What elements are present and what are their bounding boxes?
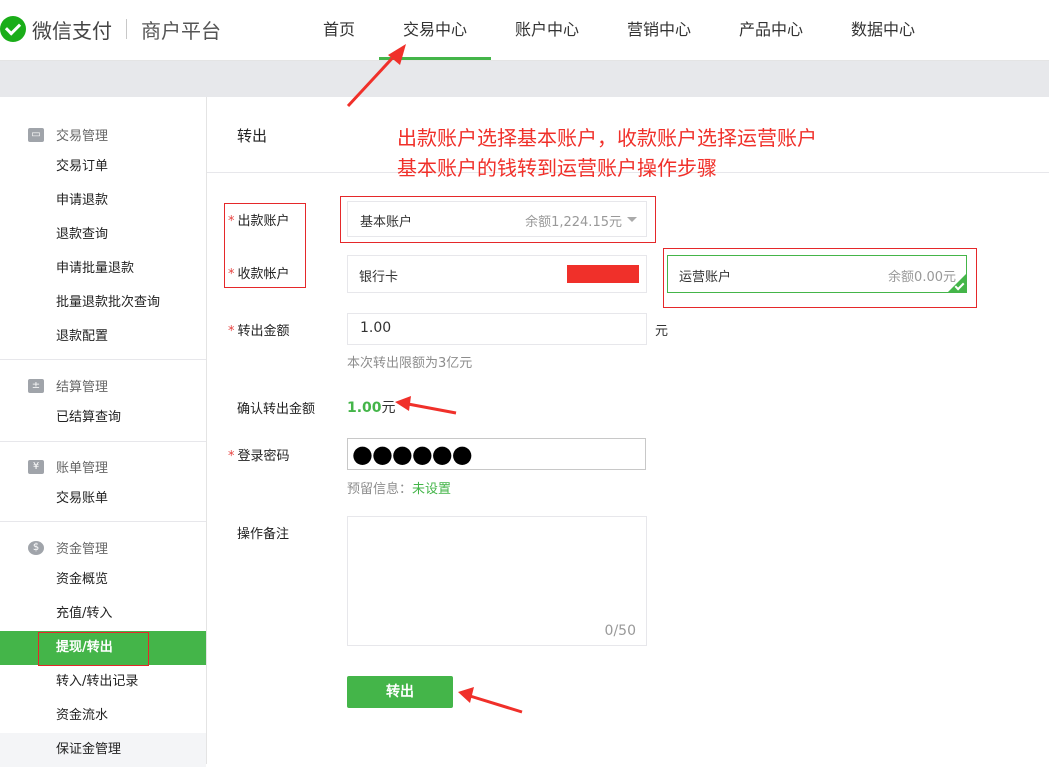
password-mask: ●●●●●● [352, 440, 473, 468]
confirm-amount-unit: 元 [381, 400, 396, 416]
password-label: * 登录密码 [228, 449, 290, 464]
sidebar-divider [0, 521, 206, 522]
money-bag-icon: $ [28, 540, 44, 555]
sidebar-item-trade-orders[interactable]: 交易订单 [0, 150, 206, 184]
sidebar-item-fund-overview[interactable]: 资金概览 [0, 563, 206, 597]
redacted-card-number [567, 265, 639, 283]
sidebar-item-refund-query[interactable]: 退款查询 [0, 218, 206, 252]
sidebar-item-deposit-management[interactable]: 保证金管理 [0, 733, 206, 767]
arrow-to-submit-button [469, 694, 523, 714]
sidebar-item-settled-query[interactable]: 已结算查询 [0, 401, 206, 435]
reserved-info-value[interactable]: 未设置 [412, 482, 451, 497]
platform-name: 商户平台 [141, 18, 221, 43]
annotation-box [340, 196, 656, 243]
wechat-pay-logo-icon [0, 16, 26, 42]
nav-home[interactable]: 首页 [322, 0, 356, 60]
nav-account-center[interactable]: 账户中心 [513, 0, 581, 60]
annotation-box [663, 248, 977, 308]
remark-char-counter: 0/50 [604, 623, 636, 639]
sidebar-item-fund-flow[interactable]: 资金流水 [0, 699, 206, 733]
amount-limit-hint: 本次转出限额为3亿元 [347, 356, 473, 371]
reserved-info: 预留信息：未设置 [347, 482, 452, 497]
sidebar-item-batch-refund[interactable]: 申请批量退款 [0, 252, 206, 286]
section-label: 结算管理 [56, 380, 109, 395]
sidebar-item-refund-config[interactable]: 退款配置 [0, 320, 206, 354]
confirm-amount-label: 确认转出金额 [237, 402, 316, 417]
section-label: 账单管理 [56, 461, 109, 476]
section-label: 资金管理 [56, 542, 109, 557]
submit-transfer-button[interactable]: 转出 [347, 676, 453, 708]
bank-card-label: 银行卡 [359, 270, 399, 285]
sidebar-item-trade-bill[interactable]: 交易账单 [0, 482, 206, 516]
logo[interactable]: 微信支付 商户平台 [0, 14, 221, 44]
arrowhead [458, 687, 474, 703]
sidebar-divider [0, 441, 206, 442]
nav-product-center[interactable]: 产品中心 [737, 0, 805, 60]
sidebar-divider [0, 359, 206, 360]
amount-input[interactable]: 1.00 [347, 313, 647, 345]
sub-header-bar [0, 61, 1049, 97]
calculator-icon: ± [28, 378, 44, 393]
card-icon: ▭ [28, 127, 44, 142]
annotation-box [224, 203, 306, 288]
section-settlement-management[interactable]: ± 结算管理 [28, 376, 108, 395]
password-input[interactable]: ●●●●●● [347, 438, 646, 470]
arrow-to-confirm-amount [407, 402, 457, 415]
nav-trade-center[interactable]: 交易中心 [379, 0, 491, 60]
remark-label: 操作备注 [237, 527, 290, 542]
amount-unit: 元 [655, 324, 669, 339]
sidebar-item-batch-refund-query[interactable]: 批量退款批次查询 [0, 286, 206, 320]
confirm-amount: 1.00元 [347, 397, 396, 417]
nav-data-center[interactable]: 数据中心 [849, 0, 917, 60]
section-fund-management[interactable]: $ 资金管理 [28, 538, 108, 557]
nav-marketing-center[interactable]: 营销中心 [625, 0, 693, 60]
sidebar-item-transfer-records[interactable]: 转入/转出记录 [0, 665, 206, 699]
yen-icon: ¥ [28, 459, 44, 474]
annotation-text: 基本账户的钱转到运营账户操作步骤 [397, 156, 717, 180]
annotation-text: 出款账户选择基本账户，收款账户选择运营账户 [397, 126, 817, 150]
amount-value: 1.00 [360, 320, 392, 336]
required-mark: * [228, 449, 235, 464]
annotation-box [38, 632, 149, 666]
remark-textarea[interactable]: 0/50 [347, 516, 647, 646]
section-bill-management[interactable]: ¥ 账单管理 [28, 457, 108, 476]
top-bar: 微信支付 商户平台 首页 交易中心 账户中心 营销中心 产品中心 数据中心 [0, 0, 1049, 61]
section-label: 交易管理 [56, 129, 109, 144]
logo-divider [126, 19, 127, 39]
arrowhead [395, 396, 411, 411]
page-title: 转出 [237, 127, 268, 145]
sidebar-item-recharge[interactable]: 充值/转入 [0, 597, 206, 631]
sidebar-item-apply-refund[interactable]: 申请退款 [0, 184, 206, 218]
confirm-amount-value: 1.00 [347, 400, 382, 416]
amount-label: * 转出金额 [228, 324, 290, 339]
section-trade-management[interactable]: ▭ 交易管理 [28, 125, 108, 144]
required-mark: * [228, 324, 235, 339]
bank-card-option[interactable]: 银行卡 [347, 255, 647, 293]
brand-name: 微信支付 [32, 18, 112, 43]
